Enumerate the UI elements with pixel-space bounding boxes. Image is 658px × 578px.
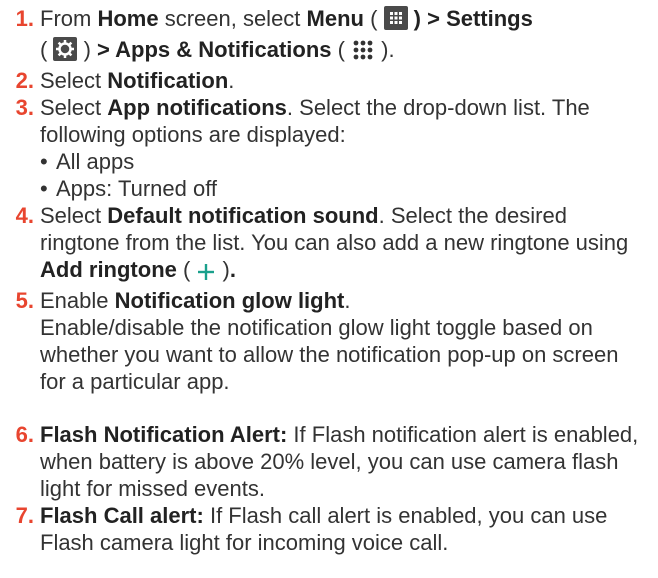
step-number: 3. [15,95,34,120]
apps-grid-icon [383,6,408,36]
options-list: All apps Apps: Turned off [0,148,658,202]
step-text: Flash Notification Alert: If Flash notif… [40,422,639,501]
step-7: 7. Flash Call alert: If Flash call alert… [0,502,658,556]
step-number: 1. [15,6,34,31]
step-4: 4. Select Default notification sound. Se… [0,202,658,287]
gear-icon [53,37,78,67]
step-text: From Home screen, select Menu ( ) > Sett… [40,5,658,67]
step-text: Enable Notification glow light. Enable/d… [40,288,619,394]
step-5: 5. Enable Notification glow light. Enabl… [0,287,658,395]
plus-icon [196,260,216,287]
step-number: 6. [15,422,34,447]
step-text: Select App notifications. Select the dro… [40,95,590,147]
step-2: 2. Select Notification. [0,67,658,94]
instruction-list: 1. From Home screen, select Menu ( ) > S… [0,0,658,556]
list-item: Apps: Turned off [40,175,658,202]
step-number: 2. [15,68,34,93]
step-6: 6. Flash Notification Alert: If Flash no… [0,421,658,502]
step-3: 3. Select App notifications. Select the … [0,94,658,148]
list-item: All apps [40,148,658,175]
step-text: Flash Call alert: If Flash call alert is… [40,503,608,555]
nine-dots-icon [351,39,375,67]
step-number: 4. [15,203,34,228]
step-number: 5. [15,288,34,313]
step-text: Select Default notification sound. Selec… [40,202,658,287]
step-1: 1. From Home screen, select Menu ( ) > S… [0,5,658,67]
step-text: Select Notification. [40,68,235,93]
step-number: 7. [15,503,34,528]
